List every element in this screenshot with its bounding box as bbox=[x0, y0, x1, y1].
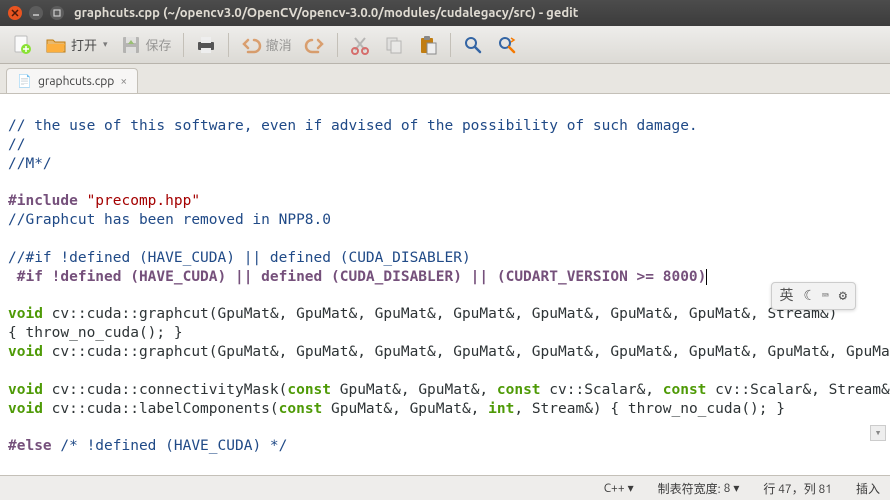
ime-gear-icon[interactable]: ⚙ bbox=[839, 287, 847, 305]
code-keyword: const bbox=[279, 401, 323, 417]
replace-button[interactable] bbox=[491, 31, 523, 59]
code-line: // the use of this software, even if adv… bbox=[8, 118, 698, 134]
status-bar: C++ ▾ 制表符宽度: 8 ▾ 行 47，列 81 插入 bbox=[0, 475, 890, 500]
language-label: C++ bbox=[604, 482, 625, 495]
code-keyword: void bbox=[8, 344, 43, 360]
copy-icon bbox=[383, 34, 405, 56]
ime-moon-icon[interactable]: ☾ bbox=[804, 287, 812, 305]
chevron-down-icon: ▾ bbox=[628, 481, 634, 495]
window-controls bbox=[8, 6, 64, 20]
code-text: , Stream&) { throw_no_cuda(); } bbox=[514, 401, 785, 417]
paste-icon bbox=[417, 34, 439, 56]
main-toolbar: 打开 ▾ 保存 撤消 bbox=[0, 26, 890, 64]
insert-mode: 插入 bbox=[856, 480, 880, 497]
window-maximize-button[interactable] bbox=[50, 6, 64, 20]
ime-panel[interactable]: 英 ☾ ⌨ ⚙ bbox=[771, 282, 857, 310]
code-line: //Graphcut has been removed in NPP8.0 bbox=[8, 212, 331, 228]
chevron-down-icon: ▾ bbox=[733, 481, 739, 495]
scroll-down-button[interactable]: ▾ bbox=[870, 425, 886, 441]
language-selector[interactable]: C++ ▾ bbox=[604, 481, 634, 495]
code-text: cv::Scalar&, bbox=[541, 382, 663, 398]
code-keyword: const bbox=[497, 382, 541, 398]
tabwidth-label: 制表符宽度: bbox=[658, 480, 721, 497]
code-line: { throw_no_cuda(); } bbox=[8, 325, 183, 341]
paste-button[interactable] bbox=[412, 31, 444, 59]
undo-label: 撤消 bbox=[266, 35, 292, 54]
code-line: //M*/ bbox=[8, 156, 52, 172]
print-button[interactable] bbox=[190, 31, 222, 59]
code-keyword: int bbox=[488, 401, 514, 417]
save-label: 保存 bbox=[146, 35, 172, 54]
window-minimize-button[interactable] bbox=[29, 6, 43, 20]
code-text: cv::cuda::graphcut(GpuMat&, GpuMat&, Gpu… bbox=[43, 344, 890, 360]
code-preproc: #if !defined (HAVE_CUDA) || defined (CUD… bbox=[8, 269, 706, 285]
code-preproc: #else bbox=[8, 438, 52, 454]
chevron-down-icon: ▾ bbox=[103, 39, 108, 50]
window-titlebar: graphcuts.cpp (~/opencv3.0/OpenCV/opencv… bbox=[0, 0, 890, 26]
file-tab-active[interactable]: 📄 graphcuts.cpp × bbox=[6, 68, 138, 93]
code-text: cv::cuda::graphcut(GpuMat&, GpuMat&, Gpu… bbox=[43, 306, 837, 322]
code-text: GpuMat&, GpuMat&, bbox=[331, 382, 497, 398]
code-preproc: #include bbox=[8, 193, 78, 209]
code-text: cv::Scalar&, Stream&) { throw_no_cuda();… bbox=[706, 382, 890, 398]
code-keyword: void bbox=[8, 382, 43, 398]
tab-filename: graphcuts.cpp bbox=[38, 75, 114, 88]
file-icon: 📄 bbox=[17, 74, 32, 88]
code-keyword: const bbox=[663, 382, 707, 398]
print-icon bbox=[195, 34, 217, 56]
redo-icon bbox=[304, 34, 326, 56]
ime-keyboard-icon[interactable]: ⌨ bbox=[822, 289, 829, 303]
code-keyword: const bbox=[287, 382, 331, 398]
copy-button[interactable] bbox=[378, 31, 410, 59]
code-text: cv::cuda::labelComponents( bbox=[43, 401, 279, 417]
code-comment: /* !defined (HAVE_CUDA) */ bbox=[52, 438, 288, 454]
toolbar-separator bbox=[228, 33, 229, 57]
tab-bar: 📄 graphcuts.cpp × bbox=[0, 64, 890, 94]
window-title: graphcuts.cpp (~/opencv3.0/OpenCV/opencv… bbox=[74, 6, 578, 20]
open-label: 打开 bbox=[71, 35, 97, 54]
cut-icon bbox=[349, 34, 371, 56]
open-button[interactable]: 打开 ▾ bbox=[40, 31, 113, 59]
undo-button[interactable]: 撤消 bbox=[235, 31, 297, 59]
cut-button[interactable] bbox=[344, 31, 376, 59]
code-string: "precomp.hpp" bbox=[78, 193, 200, 209]
code-line: // bbox=[8, 137, 25, 153]
text-cursor bbox=[706, 269, 707, 285]
code-text: cv::cuda::connectivityMask( bbox=[43, 382, 287, 398]
save-icon bbox=[120, 34, 142, 56]
undo-icon bbox=[240, 34, 262, 56]
tabwidth-selector[interactable]: 制表符宽度: 8 ▾ bbox=[658, 480, 740, 497]
search-icon bbox=[462, 34, 484, 56]
code-line: //#if !defined (HAVE_CUDA) || defined (C… bbox=[8, 250, 471, 266]
new-file-button[interactable] bbox=[6, 31, 38, 59]
tab-close-button[interactable]: × bbox=[120, 75, 127, 88]
code-keyword: void bbox=[8, 401, 43, 417]
tabwidth-value: 8 bbox=[724, 482, 731, 495]
find-replace-icon bbox=[496, 34, 518, 56]
toolbar-separator bbox=[337, 33, 338, 57]
new-file-icon bbox=[11, 34, 33, 56]
window-close-button[interactable] bbox=[8, 6, 22, 20]
ime-lang-indicator[interactable]: 英 bbox=[780, 287, 794, 305]
code-keyword: void bbox=[8, 306, 43, 322]
cursor-position: 行 47，列 81 bbox=[763, 480, 832, 497]
code-editor[interactable]: // the use of this software, even if adv… bbox=[0, 94, 890, 475]
toolbar-separator bbox=[450, 33, 451, 57]
save-button[interactable]: 保存 bbox=[115, 31, 177, 59]
toolbar-separator bbox=[183, 33, 184, 57]
redo-button[interactable] bbox=[299, 31, 331, 59]
open-folder-icon bbox=[45, 34, 67, 56]
find-button[interactable] bbox=[457, 31, 489, 59]
code-text: GpuMat&, GpuMat&, bbox=[322, 401, 488, 417]
